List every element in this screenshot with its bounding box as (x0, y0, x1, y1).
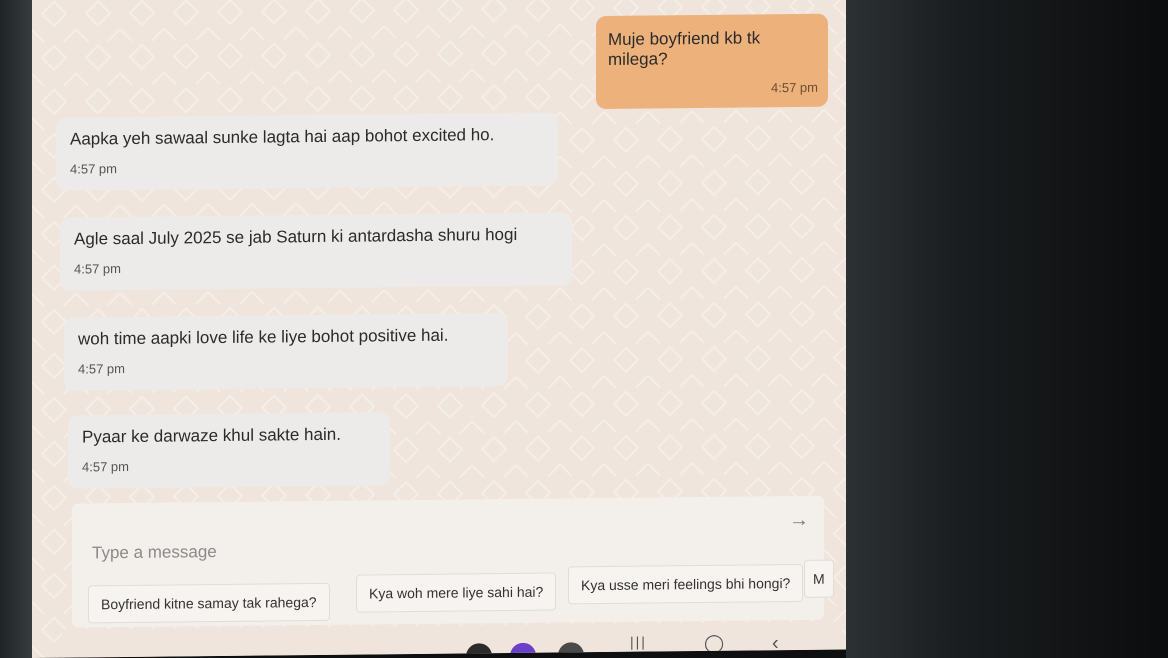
home-icon[interactable]: ◯ (704, 633, 724, 654)
chat-screen: Muje boyfriend kb tk milega? 4:57 pm Aap… (32, 0, 846, 658)
message-text: woh time aapki love life ke liye bohot p… (78, 325, 449, 349)
suggestion-chip[interactable]: Boyfriend kitne samay tak rahega? (88, 582, 330, 624)
background-right (846, 0, 1168, 658)
suggestion-chip[interactable]: M (804, 559, 834, 598)
message-incoming[interactable]: Agle saal July 2025 se jab Saturn ki ant… (60, 212, 572, 291)
message-input[interactable]: Type a message (80, 514, 780, 571)
send-button[interactable]: → (780, 502, 818, 538)
suggestion-chip[interactable]: Kya usse meri feelings bhi hongi? (568, 563, 804, 605)
system-navigation-bar: ||| ◯ ‹ (62, 621, 842, 658)
recent-apps-icon[interactable]: ||| (630, 634, 647, 650)
message-incoming[interactable]: woh time aapki love life ke liye bohot p… (64, 313, 508, 391)
message-text: Pyaar ke darwaze khul sakte hain. (82, 424, 341, 447)
message-composer: Type a message → Boyfriend kitne samay t… (72, 495, 834, 628)
message-time: 4:57 pm (74, 261, 121, 277)
message-outgoing[interactable]: Muje boyfriend kb tk milega? 4:57 pm (596, 13, 828, 110)
message-time: 4:57 pm (771, 79, 818, 96)
message-incoming[interactable]: Aapka yeh sawaal sunke lagta hai aap boh… (56, 112, 558, 191)
settings-icon[interactable] (558, 642, 584, 658)
message-time: 4:57 pm (78, 361, 125, 377)
message-text: Agle saal July 2025 se jab Saturn ki ant… (74, 224, 518, 249)
app-icon[interactable] (510, 642, 536, 658)
message-time: 4:57 pm (70, 161, 117, 177)
back-icon[interactable]: ‹ (772, 632, 779, 655)
message-text: Aapka yeh sawaal sunke lagta hai aap boh… (70, 125, 495, 149)
background-left (0, 0, 36, 658)
message-time: 4:57 pm (82, 458, 129, 475)
message-incoming[interactable]: Pyaar ke darwaze khul sakte hain. 4:57 p… (68, 412, 390, 489)
message-text: Muje boyfriend kb tk milega? (608, 28, 761, 69)
arrow-right-icon: → (789, 508, 809, 531)
app-icon[interactable] (466, 643, 492, 658)
message-input-placeholder: Type a message (92, 542, 217, 563)
suggestion-chip[interactable]: Kya woh mere liye sahi hai? (356, 572, 557, 613)
